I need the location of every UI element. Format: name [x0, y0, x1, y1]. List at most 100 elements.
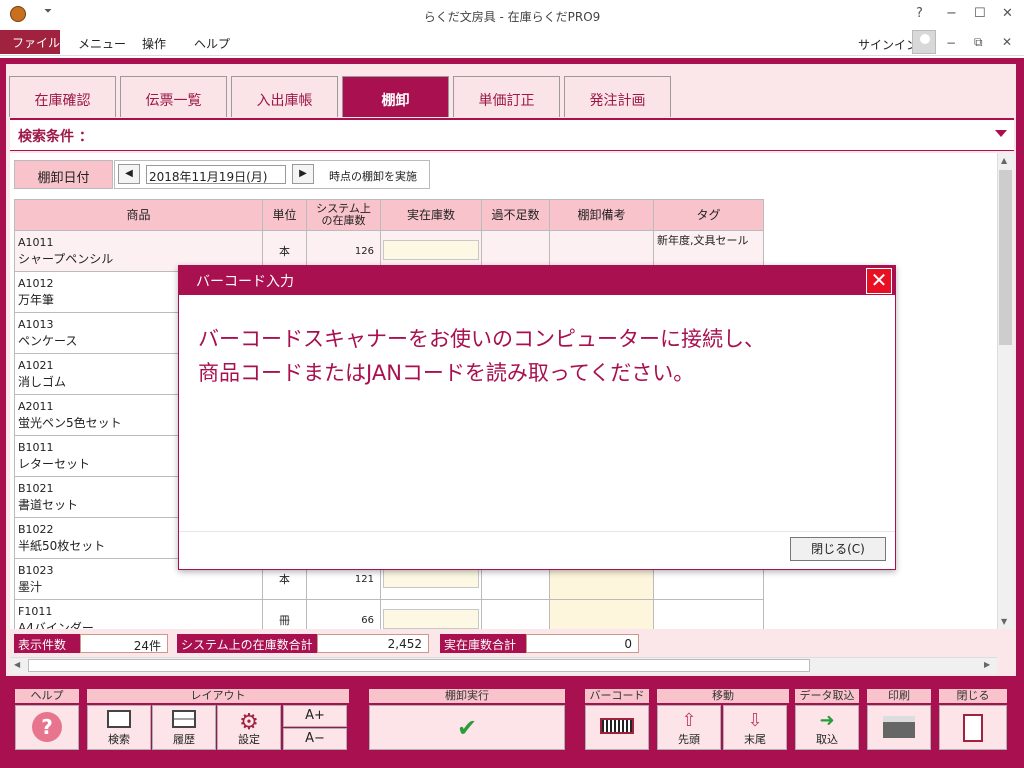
print-group-label: 印刷 [867, 689, 931, 703]
column-header-unit[interactable]: 単位 [262, 199, 307, 231]
arrow-down-icon: ⇩ [747, 710, 763, 731]
settings-label: 設定 [238, 733, 260, 746]
layout-group-label: レイアウト [87, 689, 349, 703]
box-check-icon: ✔ [456, 714, 478, 742]
tab-stock-check[interactable]: 在庫確認 [9, 76, 116, 117]
first-record-label: 先頭 [678, 733, 700, 746]
barcode-group-label: バーコード [585, 689, 649, 703]
column-header-product[interactable]: 商品 [14, 199, 263, 231]
actual-total-value: 0 [526, 634, 639, 653]
help-button[interactable]: ? [15, 705, 79, 750]
menu-item-menu[interactable]: メニュー [78, 35, 126, 52]
actual-stock-input[interactable] [383, 568, 479, 588]
scroll-down-arrow[interactable]: ▼ [1001, 617, 1007, 626]
close-screen-button[interactable] [939, 705, 1007, 750]
close-group-label: 閉じる [939, 689, 1007, 703]
tab-price-correction[interactable]: 単価訂正 [453, 76, 560, 117]
minimize-button[interactable]: − [946, 6, 957, 21]
actual-stock-input[interactable] [383, 609, 479, 629]
font-increase-label: A+ [305, 708, 325, 723]
dialog-title: バーコード入力 [196, 274, 294, 290]
column-header-system-stock[interactable]: システム上の在庫数 [306, 199, 381, 231]
search-conditions-label: 検索条件 ： [18, 129, 93, 145]
exit-door-icon [963, 714, 983, 742]
actual-total-label: 実在庫数合計 [440, 634, 526, 653]
dialog-footer [179, 531, 895, 569]
column-header-actual-stock[interactable]: 実在庫数 [380, 199, 482, 231]
system-total-value: 2,452 [317, 634, 429, 653]
ribbon-minimize-button[interactable]: − [946, 36, 956, 50]
search-conditions-bar[interactable] [10, 118, 1014, 151]
product-name: 墨汁 [18, 580, 43, 594]
import-arrow-icon: ➜ [819, 710, 835, 731]
maximize-button[interactable]: ☐ [974, 6, 986, 21]
product-code: F1011 [18, 605, 53, 618]
column-header-tag[interactable]: タグ [653, 199, 764, 231]
help-group-label: ヘルプ [15, 689, 79, 703]
printer-icon [883, 716, 915, 738]
last-record-button[interactable]: ⇩ 末尾 [723, 705, 787, 750]
search-layout-label: 検索 [108, 733, 130, 746]
tab-slip-list[interactable]: 伝票一覧 [120, 76, 227, 117]
scroll-left-arrow[interactable]: ◀ [14, 660, 20, 669]
window-title: らくだ文房具 - 在庫らくだPRO9 [423, 10, 601, 24]
history-layout-button[interactable]: 履歴 [152, 705, 216, 750]
dialog-message-line1: バーコードスキャナーをお使いのコンピューターに接続し、 [198, 327, 765, 351]
count-date-suffix: 時点の棚卸を実施 [329, 170, 417, 183]
column-header-difference[interactable]: 過不足数 [481, 199, 550, 231]
execute-group-label: 棚卸実行 [369, 689, 565, 703]
layout-rows-icon [172, 710, 196, 728]
date-next-button[interactable]: ▶ [292, 164, 314, 184]
import-group-label: データ取込 [795, 689, 859, 703]
signin-link[interactable]: サインイン [858, 36, 918, 53]
import-label: 取込 [816, 733, 838, 746]
ribbon-restore-button[interactable]: ⧉ [974, 35, 983, 50]
close-window-button[interactable]: ✕ [1002, 6, 1013, 21]
ribbon-close-button[interactable]: ✕ [1002, 35, 1012, 49]
vertical-scroll-thumb[interactable] [999, 170, 1012, 345]
chevron-down-icon[interactable] [995, 130, 1007, 137]
barcode-icon [600, 718, 634, 734]
dialog-close-icon[interactable]: ✕ [866, 268, 892, 294]
settings-button[interactable]: ⚙ 設定 [217, 705, 281, 750]
last-record-label: 末尾 [744, 733, 766, 746]
print-button[interactable] [867, 705, 931, 750]
count-date-label: 棚卸日付 [14, 160, 113, 189]
tab-inventory-count[interactable]: 棚卸 [342, 76, 449, 117]
file-menu[interactable]: ファイル [0, 30, 60, 54]
arrow-up-icon: ⇧ [681, 710, 697, 731]
product-code: A1011 [18, 236, 54, 249]
dialog-message-line2: 商品コードまたはJANコードを読み取ってください。 [198, 361, 695, 385]
tab-order-plan[interactable]: 発注計画 [564, 76, 671, 117]
first-record-button[interactable]: ⇧ 先頭 [657, 705, 721, 750]
column-header-count-memo[interactable]: 棚卸備考 [549, 199, 654, 231]
dialog-close-button[interactable]: 閉じる(C) [790, 537, 886, 561]
menu-item-help[interactable]: ヘルプ [194, 35, 230, 52]
font-increase-button[interactable]: A+ [283, 705, 347, 727]
horizontal-scroll-thumb[interactable] [28, 659, 810, 672]
count-value: 24件 [80, 634, 168, 653]
system-total-label: システム上の在庫数合計 [177, 634, 317, 653]
date-prev-button[interactable]: ◀ [118, 164, 140, 184]
font-decrease-label: A− [305, 731, 325, 746]
question-icon: ? [32, 712, 62, 742]
actual-stock-input[interactable] [383, 240, 479, 260]
avatar[interactable] [912, 30, 936, 54]
import-button[interactable]: ➜ 取込 [795, 705, 859, 750]
execute-count-button[interactable]: ✔ [369, 705, 565, 750]
tab-in-out-ledger[interactable]: 入出庫帳 [231, 76, 338, 117]
font-decrease-button[interactable]: A− [283, 728, 347, 750]
help-icon[interactable]: ? [916, 6, 923, 21]
history-layout-label: 履歴 [173, 733, 195, 746]
search-layout-button[interactable]: 検索 [87, 705, 151, 750]
move-group-label: 移動 [657, 689, 789, 703]
scroll-right-arrow[interactable]: ▶ [984, 660, 990, 669]
barcode-dialog [178, 265, 896, 570]
scroll-up-arrow[interactable]: ▲ [1001, 156, 1007, 165]
count-date-field[interactable]: 2018年11月19日(月) [146, 165, 286, 184]
layout-panel-icon [107, 710, 131, 728]
count-label: 表示件数 [14, 634, 80, 653]
menu-item-operation[interactable]: 操作 [142, 35, 166, 52]
barcode-button[interactable] [585, 705, 649, 750]
dialog-message: バーコードスキャナーをお使いのコンピューターに接続し、 商品コードまたはJANコー… [198, 322, 888, 390]
